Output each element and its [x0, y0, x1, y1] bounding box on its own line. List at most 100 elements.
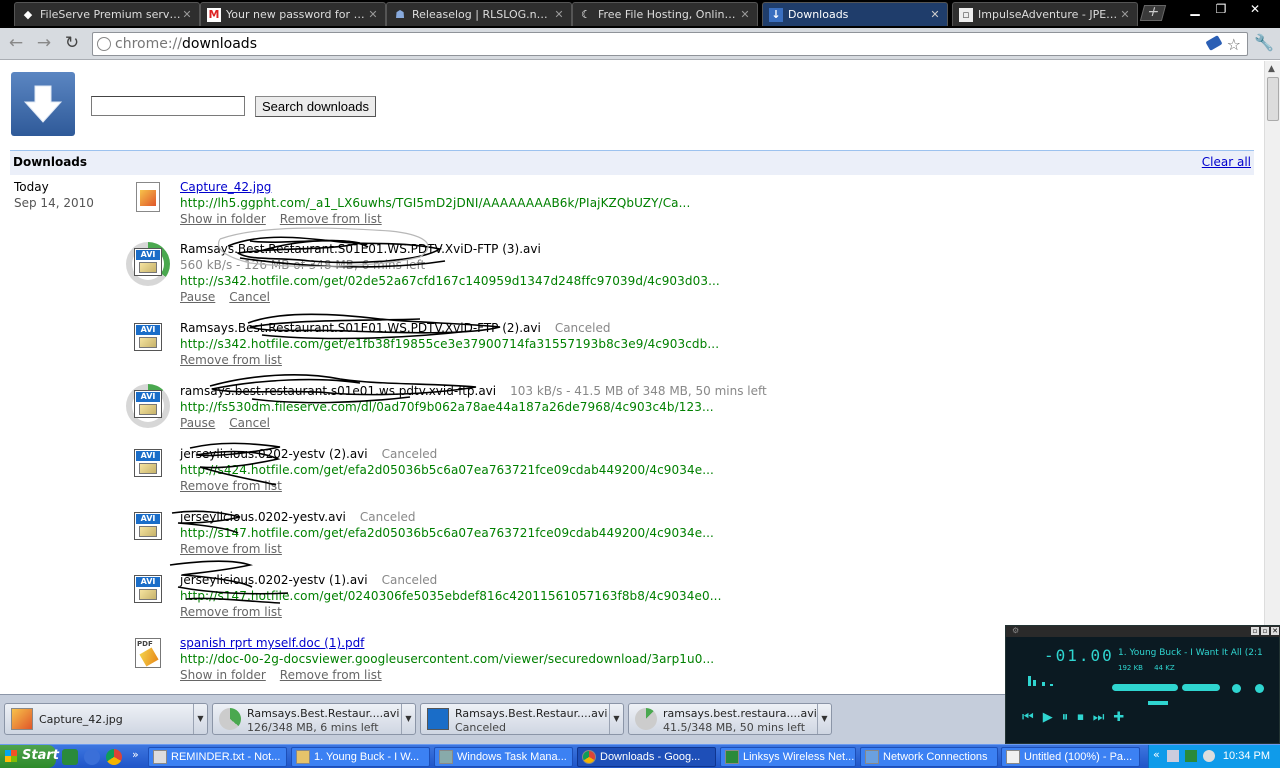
taskbar-item[interactable]: Windows Task Mana...: [434, 747, 573, 767]
remove-from-list-link[interactable]: Remove from list: [180, 605, 282, 619]
download-actions: Pause Cancel: [180, 290, 284, 304]
avi-file-icon: AVI: [126, 447, 170, 491]
chevron-down-icon[interactable]: ▼: [817, 704, 831, 734]
address-bar[interactable]: chrome://downloads ☆: [92, 32, 1248, 56]
tab-gmail[interactable]: M Your new password for Di... ✕: [200, 2, 386, 26]
download-url[interactable]: http://s342.hotfile.com/get/02de52a67cfd…: [180, 274, 720, 288]
pause-link[interactable]: Pause: [180, 290, 215, 304]
volume-slider[interactable]: [1112, 684, 1178, 691]
remove-from-list-link[interactable]: Remove from list: [180, 479, 282, 493]
clear-all-link[interactable]: Clear all: [1202, 151, 1251, 174]
scroll-up-icon[interactable]: ▲: [1268, 64, 1275, 74]
eq-toggle[interactable]: [1232, 684, 1241, 693]
tray-volume-icon[interactable]: [1203, 750, 1215, 762]
taskbar-item[interactable]: Untitled (100%) - Pa...: [1001, 747, 1140, 767]
back-icon[interactable]: ←: [6, 34, 26, 54]
chrome-icon[interactable]: [106, 749, 122, 765]
seek-bar[interactable]: [1148, 701, 1168, 705]
tab-fileserve[interactable]: ◆ FileServe Premium service... ✕: [14, 2, 200, 26]
download-url[interactable]: http://fs530dm.fileserve.com/dl/0ad70f9b…: [180, 400, 714, 414]
playlist-toggle[interactable]: [1255, 684, 1264, 693]
tab-label: Your new password for Di...: [226, 8, 367, 21]
remove-from-list-link[interactable]: Remove from list: [180, 353, 282, 367]
taskbar-item-label: 1. Young Buck - I W...: [314, 751, 420, 763]
taskbar-item[interactable]: Linksys Wireless Net...: [720, 747, 856, 767]
download-url[interactable]: http://s147.hotfile.com/get/0240306fe503…: [180, 589, 721, 603]
search-input[interactable]: [91, 96, 245, 116]
taskbar-item[interactable]: Downloads - Goog...: [577, 747, 716, 767]
shelf-item[interactable]: Capture_42.jpg ▼: [4, 703, 208, 735]
window-close-icon[interactable]: ✕: [1244, 2, 1266, 18]
minimize-icon[interactable]: ▁: [1184, 2, 1206, 18]
player-close-icon[interactable]: ✕: [1271, 627, 1279, 635]
wrench-icon[interactable]: 🔧: [1254, 33, 1274, 52]
quicklaunch-icon[interactable]: [62, 749, 78, 765]
pause-icon[interactable]: ⏸: [1062, 710, 1078, 725]
close-icon[interactable]: ✕: [739, 8, 751, 21]
download-url[interactable]: http://s342.hotfile.com/get/e1fb38f19855…: [180, 337, 719, 351]
open-icon[interactable]: ✚: [1113, 710, 1133, 725]
restore-icon[interactable]: ❐: [1210, 2, 1232, 18]
tab-downloads[interactable]: ↓ Downloads ✕: [762, 2, 948, 26]
download-url[interactable]: http://s147.hotfile.com/get/efa2d05036b5…: [180, 526, 714, 540]
next-icon[interactable]: ⏭: [1093, 710, 1114, 725]
stop-icon[interactable]: ⏹: [1077, 710, 1093, 725]
tray-expand-icon[interactable]: «: [1153, 748, 1160, 761]
tray-wireless-icon[interactable]: [1185, 750, 1197, 762]
search-downloads-button[interactable]: Search downloads: [255, 96, 376, 117]
tab-rlslog[interactable]: ☗ Releaselog | RLSLOG.net ... ✕: [386, 2, 572, 26]
remove-from-list-link[interactable]: Remove from list: [180, 542, 282, 556]
download-item: AVI Ramsays.Best.Restaurant.S01E01.WS.PD…: [126, 321, 1246, 383]
balance-slider[interactable]: [1182, 684, 1220, 691]
shelf-item-status: Canceled: [455, 721, 507, 734]
close-icon[interactable]: ✕: [929, 8, 941, 21]
show-in-folder-link[interactable]: Show in folder: [180, 668, 266, 682]
taskbar-item-label: Windows Task Mana...: [457, 751, 567, 763]
previous-icon[interactable]: ⏮: [1022, 710, 1043, 725]
close-icon[interactable]: ✕: [181, 8, 193, 21]
cancel-link[interactable]: Cancel: [229, 416, 270, 430]
player-khz: 44 KZ: [1154, 664, 1175, 672]
player-minimize-icon[interactable]: ▫: [1251, 627, 1259, 635]
taskbar-item[interactable]: REMINDER.txt - Not...: [148, 747, 287, 767]
scrollbar-thumb[interactable]: [1267, 77, 1279, 121]
play-icon[interactable]: ▶: [1043, 710, 1062, 725]
download-filename-link[interactable]: spanish rprt myself.doc (1).pdf: [180, 636, 364, 650]
remove-from-list-link[interactable]: Remove from list: [280, 212, 382, 226]
forward-icon[interactable]: →: [34, 34, 54, 54]
cancel-link[interactable]: Cancel: [229, 290, 270, 304]
bookmark-star-icon[interactable]: ☆: [1227, 34, 1241, 56]
shelf-item[interactable]: Ramsays.Best.Restaur....avi Canceled ▼: [420, 703, 624, 735]
remove-from-list-link[interactable]: Remove from list: [280, 668, 382, 682]
tray-network-icon[interactable]: [1167, 750, 1179, 762]
download-filename-link[interactable]: Capture_42.jpg: [180, 180, 271, 194]
chevron-down-icon[interactable]: ▼: [609, 704, 623, 734]
show-in-folder-link[interactable]: Show in folder: [180, 212, 266, 226]
chevron-down-icon[interactable]: ▼: [401, 704, 415, 734]
download-url[interactable]: http://s424.hotfile.com/get/efa2d05036b5…: [180, 463, 714, 477]
tab-label: Free File Hosting, Online ...: [598, 8, 739, 21]
close-icon[interactable]: ✕: [367, 8, 379, 21]
close-icon[interactable]: ✕: [553, 8, 565, 21]
player-shade-icon[interactable]: ▫: [1261, 627, 1269, 635]
close-icon[interactable]: ✕: [1119, 8, 1131, 21]
download-url[interactable]: http://doc-0o-2g-docsviewer.googleuserco…: [180, 652, 714, 666]
start-button[interactable]: Start: [0, 745, 59, 768]
tab-impulseadventure[interactable]: ▫ ImpulseAdventure - JPEG... ✕: [952, 2, 1138, 26]
notepad-icon: [153, 750, 167, 764]
taskbar-item-label: Untitled (100%) - Pa...: [1024, 751, 1133, 763]
chevron-down-icon[interactable]: ▼: [193, 704, 207, 734]
shelf-item[interactable]: ramsays.best.restaura....avi 41.5/348 MB…: [628, 703, 832, 735]
new-tab-button[interactable]: +: [1139, 4, 1167, 21]
page-scrollbar[interactable]: ▲: [1264, 61, 1280, 694]
download-url[interactable]: http://lh5.ggpht.com/_a1_LX6uwhs/TGI5mD2…: [180, 196, 690, 210]
reload-icon[interactable]: ↻: [62, 34, 82, 54]
quicklaunch-more-icon[interactable]: »: [132, 748, 139, 761]
tab-file-hosting[interactable]: ☾ Free File Hosting, Online ... ✕: [572, 2, 758, 26]
pause-link[interactable]: Pause: [180, 416, 215, 430]
taskbar-item[interactable]: Network Connections: [860, 747, 998, 767]
shelf-item[interactable]: Ramsays.Best.Restaur....avi 126/348 MB, …: [212, 703, 416, 735]
taskbar-item[interactable]: 1. Young Buck - I W...: [291, 747, 430, 767]
extension-icon[interactable]: [1205, 35, 1223, 51]
media-player-icon[interactable]: [84, 749, 100, 765]
